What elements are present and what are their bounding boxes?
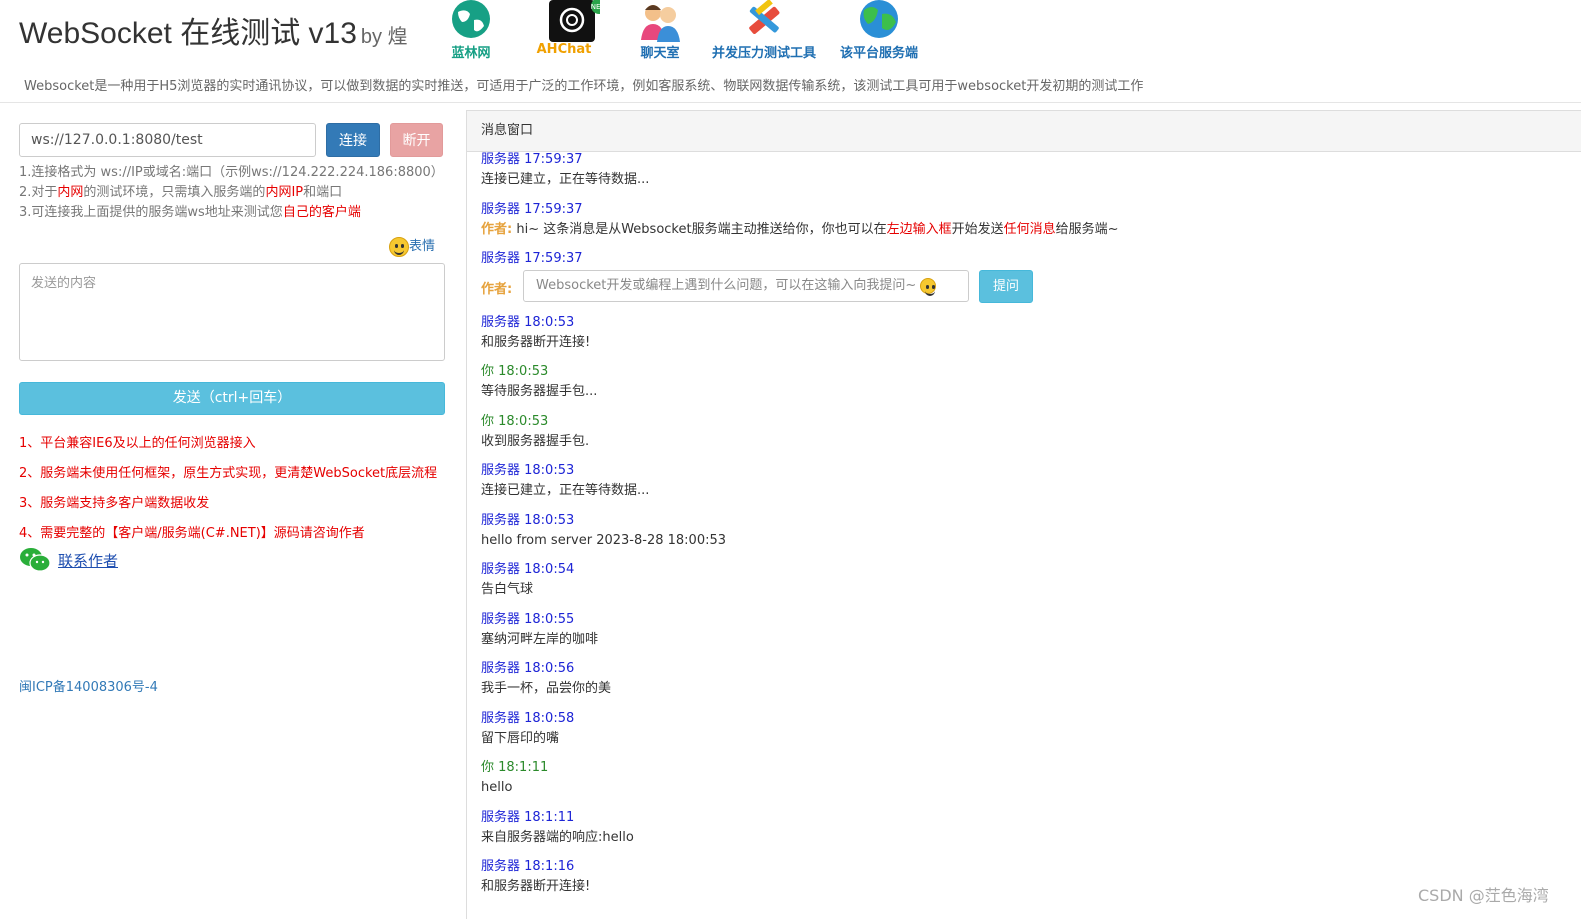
- message-meta: 服务器 18:0:53: [481, 513, 575, 528]
- message-item: 服务器 18:0:58 留下唇印的嘴: [481, 710, 1571, 748]
- earth-icon: [860, 0, 898, 38]
- message-body: 和服务器断开连接!: [481, 335, 591, 350]
- message-meta: 服务器 17:59:37: [481, 251, 583, 266]
- tip-3: 3.可连接我上面提供的服务端ws地址来测试您自己的客户端: [19, 205, 361, 220]
- message-meta: 服务器 18:0:53: [481, 463, 575, 478]
- ask-button[interactable]: 提问: [979, 270, 1033, 303]
- tip-1: 1.连接格式为 ws://IP或域名:端口（示例ws://124.222.224…: [19, 165, 444, 180]
- left-panel: ws://127.0.0.1:8080/test 连接 断开 1.连接格式为 w…: [0, 103, 466, 919]
- globe-icon: [452, 0, 490, 38]
- send-content-textarea[interactable]: 发送的内容: [19, 263, 445, 361]
- feature-item: 4、需要完整的【客户端/服务端(C#.NET)】源码请咨询作者: [19, 526, 365, 541]
- message-body: 来自服务器端的响应:hello: [481, 830, 634, 845]
- icp-link[interactable]: 闽ICP备14008306号-4: [19, 676, 158, 695]
- message-body: 塞纳河畔左岸的咖啡: [481, 632, 599, 647]
- tip-2: 2.对于内网的测试环境，只需填入服务端的内网IP和端口: [19, 185, 343, 200]
- emoji-button[interactable]: 表情: [389, 235, 435, 257]
- nav-stress-test[interactable]: 并发压力测试工具: [706, 0, 822, 61]
- nav-label: 该平台服务端: [839, 46, 918, 61]
- ws-url-input[interactable]: ws://127.0.0.1:8080/test: [19, 123, 316, 157]
- send-button[interactable]: 发送（ctrl+回车）: [19, 382, 445, 415]
- nav-label: AHChat: [536, 42, 592, 57]
- message-item: 服务器 18:0:54 告白气球: [481, 561, 1571, 599]
- smiley-icon: [920, 277, 937, 296]
- message-meta: 服务器 17:59:37: [481, 152, 583, 167]
- message-meta: 服务器 17:59:37: [481, 202, 583, 217]
- message-window: 消息窗口 服务器 17:59:37 连接已建立，正在等待数据... 服务器 17…: [466, 110, 1581, 919]
- site-description: Websocket是一种用于H5浏览器的实时通讯协议，可以做到数据的实时推送，可…: [24, 79, 1144, 94]
- header: WebSocket 在线测试 v13by 煌 蓝林网 NEW AHChat: [0, 0, 1581, 103]
- message-meta: 服务器 18:0:54: [481, 562, 575, 577]
- message-body: 留下唇印的嘴: [481, 731, 560, 746]
- site-title: WebSocket 在线测试 v13 by 煌: [19, 8, 408, 52]
- message-window-heading: 消息窗口: [467, 111, 1581, 152]
- nav-server[interactable]: 该平台服务端: [834, 0, 924, 61]
- message-meta: 服务器 18:0:56: [481, 661, 575, 676]
- message-body: 连接已建立，正在等待数据...: [481, 483, 650, 498]
- message-item: 服务器 18:0:55 塞纳河畔左岸的咖啡: [481, 611, 1571, 649]
- message-item: 服务器 17:59:37 作者: hi~ 这条消息是从Websocket服务端主…: [481, 201, 1571, 239]
- nav-chatroom[interactable]: 聊天室: [632, 0, 688, 61]
- connection-tips: 1.连接格式为 ws://IP或域名:端口（示例ws://124.222.224…: [19, 163, 444, 223]
- message-item: 你 18:0:53 收到服务器握手包.: [481, 413, 1571, 451]
- message-item: 服务器 17:59:37 作者: Websocket开发或编程上遇到什么问题，可…: [481, 250, 1571, 304]
- message-body: 我手一杯，品尝你的美: [481, 681, 612, 696]
- message-meta: 服务器 18:1:11: [481, 810, 575, 825]
- connect-button[interactable]: 连接: [326, 123, 380, 157]
- message-item: 你 18:1:11 hello: [481, 759, 1571, 797]
- nav-ahchat[interactable]: NEW AHChat: [530, 0, 600, 60]
- message-meta: 服务器 18:0:55: [481, 612, 575, 627]
- message-meta: 服务器 18:0:58: [481, 711, 575, 726]
- new-badge: NEW: [591, 3, 600, 11]
- message-body: hello: [481, 780, 513, 795]
- ask-question-input[interactable]: Websocket开发或编程上遇到什么问题，可以在这输入向我提问~: [523, 270, 969, 302]
- message-body: 作者: hi~ 这条消息是从Websocket服务端主动推送给你，你也可以在左边…: [481, 222, 1119, 237]
- message-item: 你 18:0:53 等待服务器握手包...: [481, 363, 1571, 401]
- feature-item: 1、平台兼容IE6及以上的任何浏览器接入: [19, 436, 256, 451]
- message-meta: 服务器 18:1:16: [481, 859, 575, 874]
- message-meta: 服务器 18:0:53: [481, 315, 575, 330]
- emoji-label: 表情: [409, 239, 436, 254]
- author-label: 作者:: [481, 222, 513, 237]
- smiley-icon: [389, 236, 409, 257]
- message-body: 告白气球: [481, 582, 534, 597]
- message-item: 服务器 18:1:11 来自服务器端的响应:hello: [481, 809, 1571, 847]
- message-item: 服务器 18:0:56 我手一杯，品尝你的美: [481, 660, 1571, 698]
- message-item: 服务器 18:0:53 连接已建立，正在等待数据...: [481, 462, 1571, 500]
- tools-icon: [749, 0, 780, 34]
- feature-item: 3、服务端支持多客户端数据收发: [19, 496, 210, 511]
- message-body: 等待服务器握手包...: [481, 384, 598, 399]
- message-body: 收到服务器握手包.: [481, 434, 590, 449]
- message-item: 服务器 18:0:53 hello from server 2023-8-28 …: [481, 512, 1571, 550]
- message-body: 和服务器断开连接!: [481, 879, 591, 894]
- feature-list: 1、平台兼容IE6及以上的任何浏览器接入 2、服务端未使用任何框架，原生方式实现…: [19, 429, 437, 549]
- nav-label: 并发压力测试工具: [711, 46, 816, 61]
- contact-author-link[interactable]: 联系作者: [58, 550, 118, 571]
- author-label: 作者:: [481, 282, 513, 297]
- csdn-watermark: CSDN @茳色海湾: [1418, 886, 1549, 905]
- ask-row: 作者: Websocket开发或编程上遇到什么问题，可以在这输入向我提问~ 提问: [481, 270, 1571, 304]
- message-meta: 你 18:1:11: [481, 760, 549, 775]
- disconnect-button[interactable]: 断开: [390, 123, 443, 157]
- message-body: 连接已建立，正在等待数据...: [481, 172, 650, 187]
- site-author: by 煌: [360, 26, 408, 48]
- nav-label: 聊天室: [640, 46, 680, 61]
- chatgpt-icon: NEW: [549, 0, 600, 42]
- nav-lanlin[interactable]: 蓝林网: [444, 0, 498, 61]
- message-item: 服务器 18:1:16 和服务器断开连接!: [481, 858, 1571, 896]
- feature-item: 2、服务端未使用任何框架，原生方式实现，更清楚WebSocket底层流程: [19, 466, 438, 481]
- message-item: 服务器 17:59:37 连接已建立，正在等待数据...: [481, 151, 1571, 189]
- nav-label: 蓝林网: [451, 46, 491, 61]
- site-title-text: WebSocket 在线测试 v13: [19, 17, 357, 50]
- people-icon: [641, 5, 680, 42]
- wechat-icon: [20, 548, 51, 572]
- message-body: hello from server 2023-8-28 18:00:53: [481, 533, 727, 548]
- message-meta: 你 18:0:53: [481, 414, 549, 429]
- message-meta: 你 18:0:53: [481, 364, 549, 379]
- message-item: 服务器 18:0:53 和服务器断开连接!: [481, 314, 1571, 352]
